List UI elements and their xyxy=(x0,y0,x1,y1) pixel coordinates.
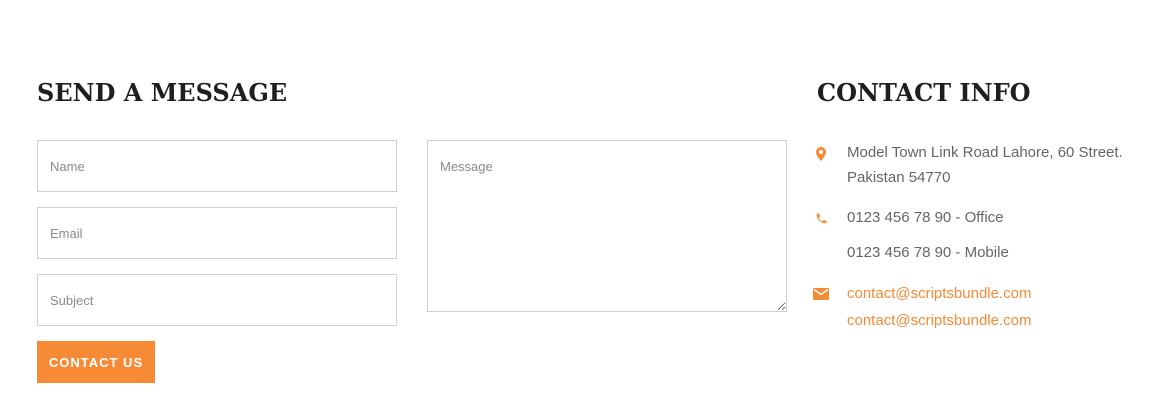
phone-office: 0123 456 78 90 - Office xyxy=(847,209,1004,226)
address-line-1: Model Town Link Road Lahore, 60 Street. xyxy=(847,144,1123,161)
envelope-icon xyxy=(813,286,829,302)
message-textarea[interactable] xyxy=(427,140,787,312)
email-link-2[interactable]: contact@scriptsbundle.com xyxy=(847,308,1031,333)
email-link-1[interactable]: contact@scriptsbundle.com xyxy=(847,281,1031,306)
subject-input[interactable] xyxy=(37,274,397,326)
contact-info-heading: CONTACT INFO xyxy=(817,78,1031,107)
phone-mobile: 0123 456 78 90 - Mobile xyxy=(847,244,1009,261)
address-line-2: Pakistan 54770 xyxy=(847,169,951,186)
contact-us-button[interactable]: CONTACT US xyxy=(37,341,155,383)
send-message-heading: SEND A MESSAGE xyxy=(37,78,288,107)
map-pin-icon xyxy=(813,146,829,162)
phone-icon xyxy=(813,210,829,226)
name-input[interactable] xyxy=(37,140,397,192)
email-input[interactable] xyxy=(37,207,397,259)
